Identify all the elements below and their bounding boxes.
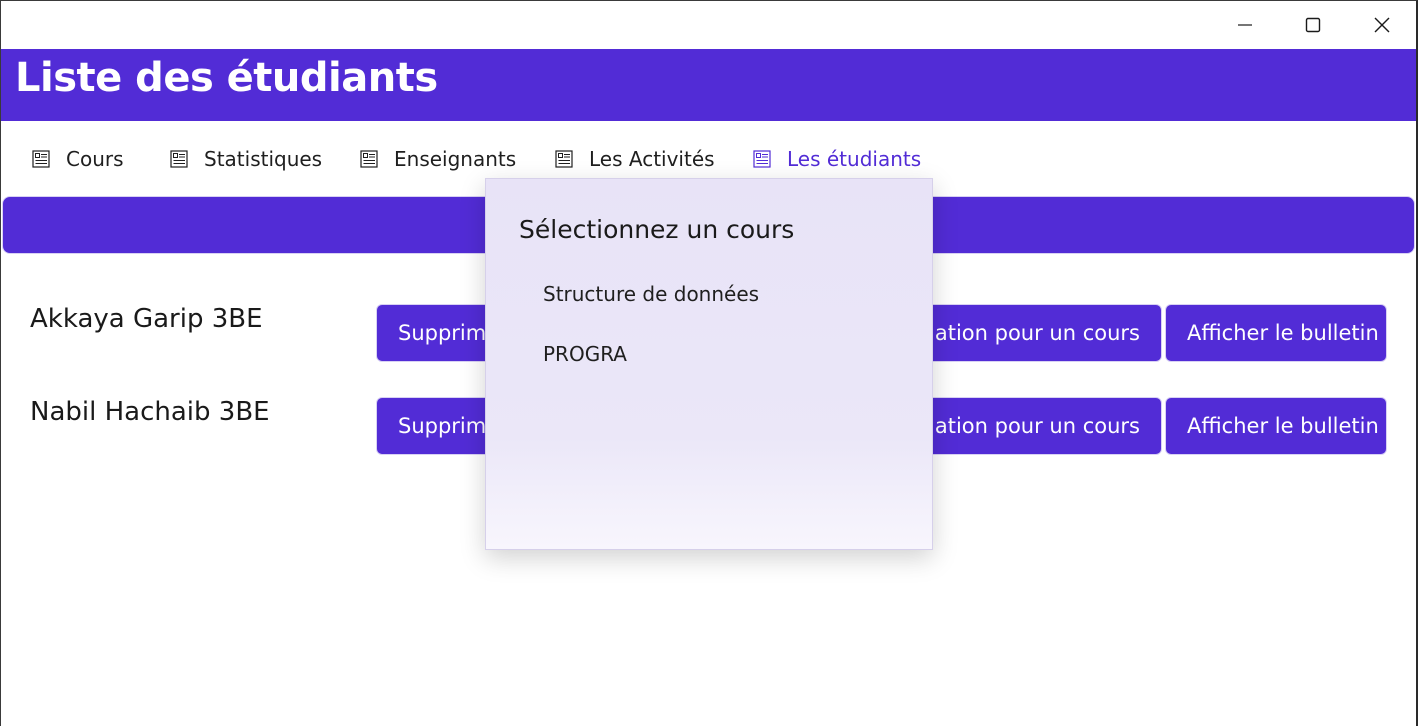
maximize-icon [1305,17,1321,33]
nav-item-activites[interactable]: Les Activités [555,137,715,181]
nav-item-enseignants[interactable]: Enseignants [360,137,516,181]
list-icon [753,150,771,168]
page-header: Liste des étudiants [1,49,1416,121]
maximize-button[interactable] [1279,1,1347,49]
list-icon [555,150,573,168]
show-bulletin-button[interactable]: Afficher le bulletin [1165,304,1387,362]
nav-item-statistiques[interactable]: Statistiques [170,137,322,181]
show-bulletin-button[interactable]: Afficher le bulletin [1165,397,1387,455]
nav-item-label: Statistiques [204,147,323,171]
nav-bar: Cours Statistiques Enseignants Les Activ… [1,137,1416,181]
course-option[interactable]: PROGRA [543,342,627,366]
title-bar [1,1,1416,49]
close-button[interactable] [1348,1,1416,49]
flyout-title: Sélectionnez un cours [519,215,795,244]
nav-item-etudiants[interactable]: Les étudiants [753,137,921,181]
nav-item-label: Enseignants [394,147,517,171]
minimize-button[interactable] [1211,1,1279,49]
minimize-icon [1238,24,1252,26]
list-icon [360,150,378,168]
nav-item-cours[interactable]: Cours [32,137,124,181]
page-title: Liste des étudiants [15,55,438,101]
nav-item-label: Les Activités [589,147,715,171]
list-icon [170,150,188,168]
app-window: Liste des étudiants Cours Statistiques E… [0,0,1418,726]
nav-item-label: Les étudiants [787,147,922,171]
close-icon [1374,17,1390,33]
course-select-flyout: Sélectionnez un cours Structure de donné… [485,178,933,550]
student-name: Nabil Hachaib 3BE [30,397,270,427]
nav-item-label: Cours [66,147,124,171]
course-option[interactable]: Structure de données [543,282,759,306]
student-name: Akkaya Garip 3BE [30,304,263,334]
list-icon [32,150,50,168]
